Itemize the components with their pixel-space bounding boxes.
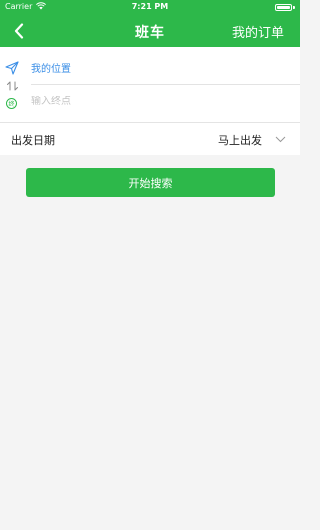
origin-field[interactable]: 我的位置 xyxy=(31,60,71,75)
chevron-down-icon xyxy=(275,136,286,143)
departure-date-label: 出发日期 xyxy=(11,134,55,147)
route-card: 我的位置 终 xyxy=(0,47,300,122)
status-bar: Carrier 7:21 PM xyxy=(0,0,300,15)
divider xyxy=(31,84,300,85)
battery-icon xyxy=(275,4,292,11)
start-search-button[interactable]: 开始搜索 xyxy=(26,168,275,197)
departure-date-value: 马上出发 xyxy=(218,134,262,147)
my-orders-link[interactable]: 我的订单 xyxy=(232,22,284,41)
destination-icon: 终 xyxy=(6,98,17,109)
location-arrow-icon xyxy=(5,61,19,75)
swap-icon[interactable] xyxy=(6,81,19,91)
nav-bar: 班车 我的订单 xyxy=(0,15,300,47)
departure-date-row[interactable]: 出发日期 马上出发 xyxy=(0,122,300,155)
header: Carrier 7:21 PM 班车 我的订单 xyxy=(0,0,300,47)
destination-input[interactable] xyxy=(31,96,281,107)
status-time: 7:21 PM xyxy=(131,2,169,11)
